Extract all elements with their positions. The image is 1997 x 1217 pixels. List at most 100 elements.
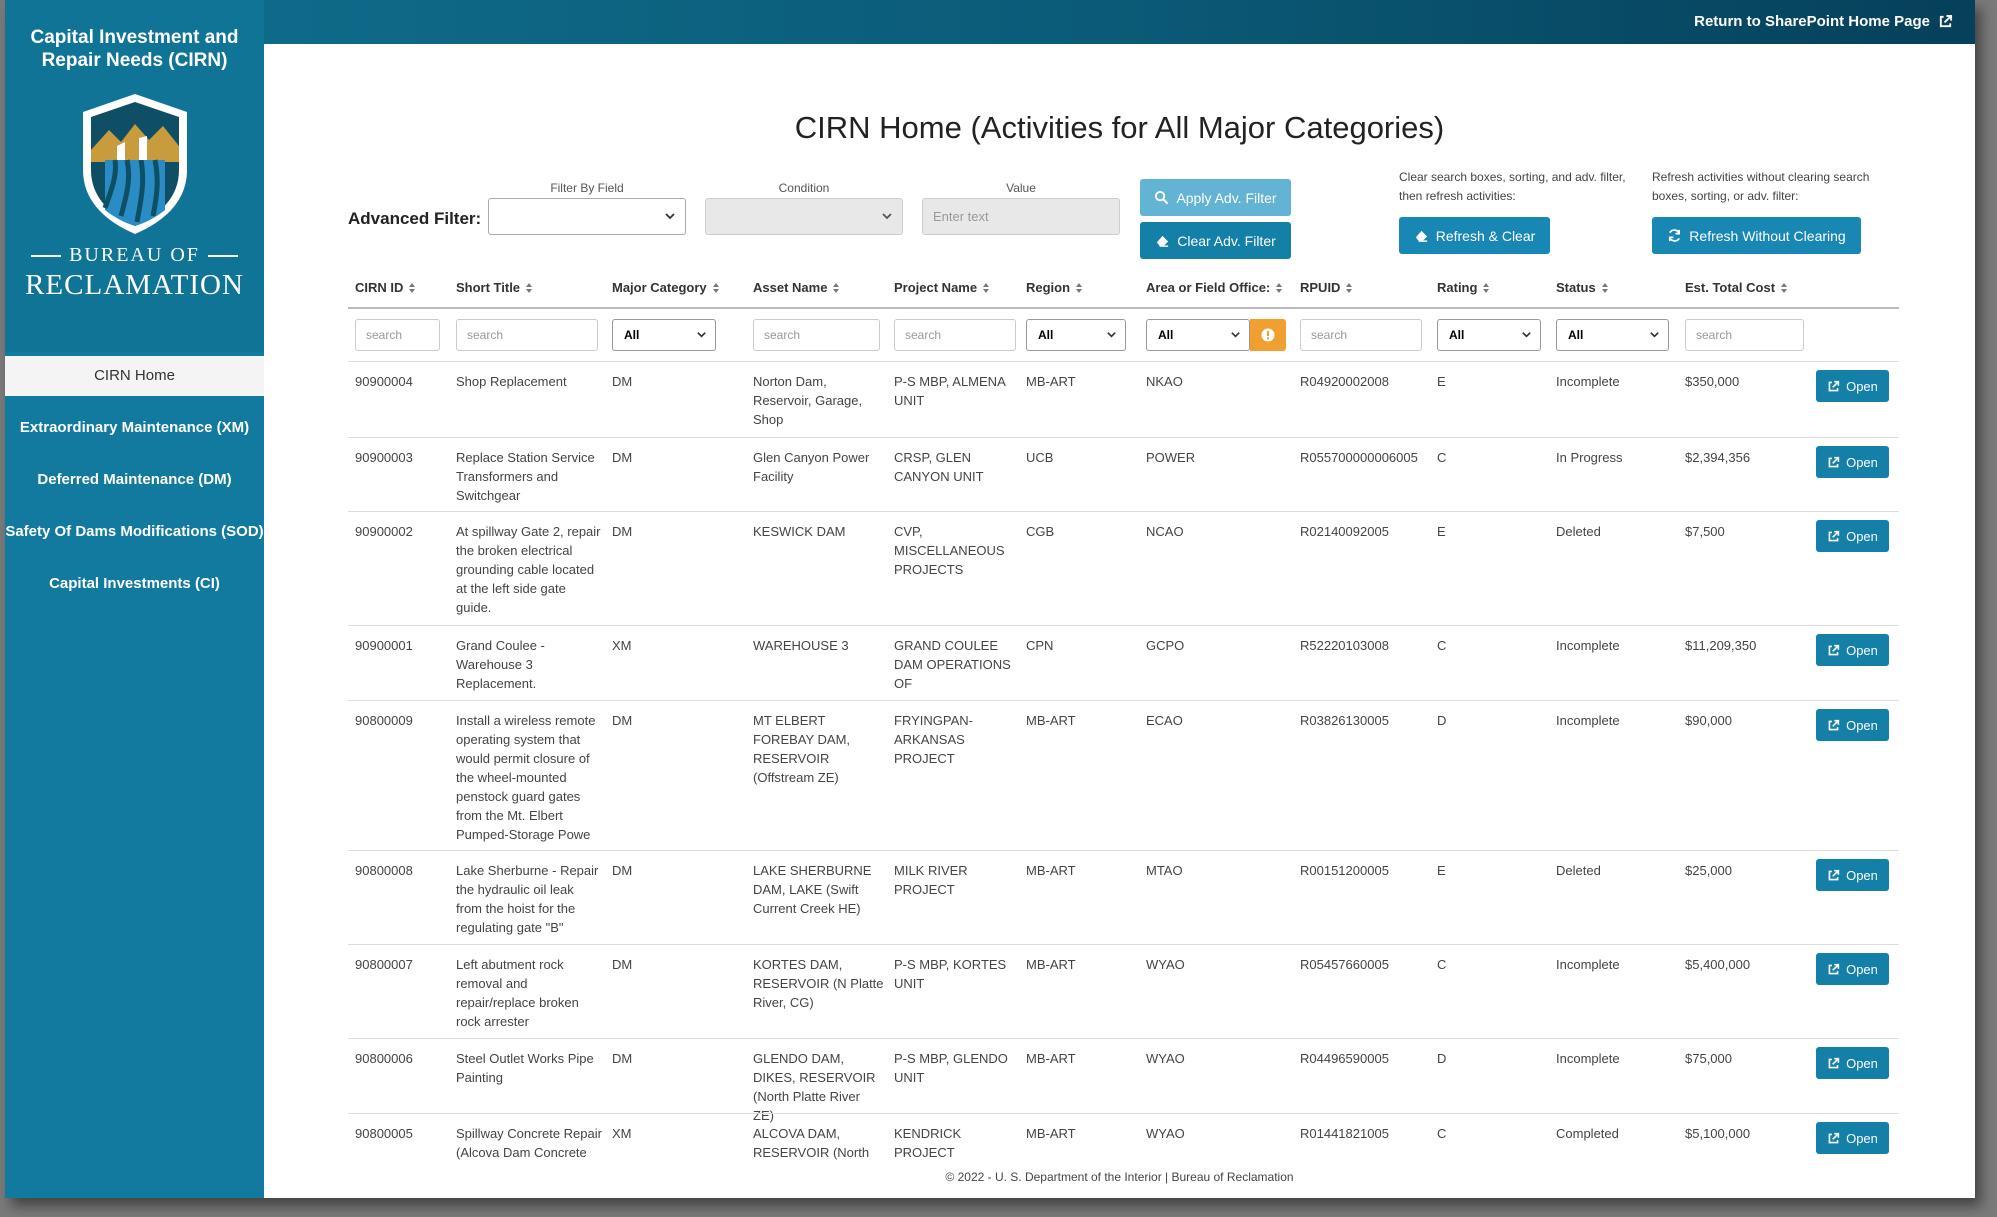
- cell-est-total-cost: $25,000: [1685, 863, 1732, 878]
- cell-area-office: WYAO: [1146, 1051, 1185, 1066]
- filter-area-office-select[interactable]: All: [1146, 319, 1250, 351]
- open-button[interactable]: Open: [1816, 1122, 1889, 1154]
- external-link-icon: [1828, 380, 1840, 391]
- search-project-name-input[interactable]: search: [894, 319, 1016, 351]
- cell-est-total-cost: $5,400,000: [1685, 957, 1751, 972]
- filter-field-select[interactable]: [488, 198, 686, 235]
- open-button-label: Open: [1846, 717, 1878, 733]
- column-header-label: Major Category: [612, 280, 707, 295]
- column-header-asset-name[interactable]: Asset Name: [753, 280, 840, 295]
- column-header-label: Asset Name: [753, 280, 828, 295]
- cell-cirn-id: 90900004: [355, 374, 413, 389]
- search-short-title-input[interactable]: search: [456, 319, 598, 351]
- filter-select-value: All: [1449, 328, 1465, 342]
- cell-rating: E: [1437, 374, 1446, 389]
- chevron-down-icon: [882, 213, 892, 220]
- search-asset-name-input[interactable]: search: [753, 319, 880, 351]
- column-header-rpuid[interactable]: RPUID: [1300, 280, 1353, 295]
- refresh-clear-button[interactable]: Refresh & Clear: [1399, 217, 1550, 254]
- column-header-area-office[interactable]: Area or Field Office:: [1146, 280, 1283, 295]
- value-input[interactable]: Enter text: [922, 198, 1120, 235]
- search-rpuid-input[interactable]: search: [1300, 319, 1422, 351]
- open-button[interactable]: Open: [1816, 709, 1889, 741]
- cell-short-title: Left abutment rock removal and repair/re…: [456, 957, 579, 1029]
- external-link-icon: [1828, 1057, 1840, 1068]
- cell-area-office: GCPO: [1146, 638, 1185, 653]
- column-header-label: Area or Field Office:: [1146, 280, 1271, 295]
- search-cirn-id-input[interactable]: search: [355, 319, 440, 351]
- filter-region-select[interactable]: All: [1026, 319, 1126, 351]
- cell-est-total-cost: $350,000: [1685, 374, 1740, 389]
- cell-rating: C: [1437, 957, 1447, 972]
- filter-rating-select[interactable]: All: [1437, 319, 1541, 351]
- cell-short-title: At spillway Gate 2, repair the broken el…: [456, 524, 601, 615]
- filter-select-value: All: [1158, 328, 1174, 342]
- cell-rpuid: R04920002008: [1300, 374, 1389, 389]
- column-header-label: Est. Total Cost: [1685, 280, 1776, 295]
- clear-adv-filter-label: Clear Adv. Filter: [1177, 232, 1276, 249]
- filter-select-value: All: [624, 328, 640, 342]
- cell-asset-name: Glen Canyon Power Facility: [753, 450, 870, 484]
- cell-region: CPN: [1026, 638, 1054, 653]
- sort-icon: [1075, 282, 1083, 294]
- refresh-without-clearing-button[interactable]: Refresh Without Clearing: [1652, 217, 1861, 254]
- cell-region: CGB: [1026, 524, 1055, 539]
- cell-cirn-id: 90900003: [355, 450, 413, 465]
- condition-label: Condition: [778, 181, 830, 195]
- return-sharepoint-link[interactable]: Return to SharePoint Home Page: [1694, 13, 1953, 30]
- office-info-button[interactable]: [1250, 319, 1286, 351]
- apply-adv-filter-label: Apply Adv. Filter: [1176, 189, 1277, 206]
- nav-item-ci[interactable]: Capital Investments (CI): [5, 558, 264, 610]
- column-header-cirn-id[interactable]: CIRN ID: [355, 280, 416, 295]
- column-header-major-category[interactable]: Major Category: [612, 280, 720, 295]
- cell-short-title: Install a wireless remote operating syst…: [456, 713, 596, 842]
- cell-status: Deleted: [1556, 524, 1601, 539]
- filter-field-label: Filter By Field: [550, 181, 624, 195]
- open-button[interactable]: Open: [1816, 370, 1889, 402]
- clear-adv-filter-button[interactable]: Clear Adv. Filter: [1140, 222, 1291, 259]
- cell-project-name: CVP, MISCELLANEOUS PROJECTS: [894, 524, 1005, 577]
- cell-rpuid: R03826130005: [1300, 713, 1389, 728]
- row-divider: [348, 625, 1899, 626]
- condition-select[interactable]: [705, 198, 903, 235]
- cell-short-title: Replace Station Service Transformers and…: [456, 450, 595, 503]
- open-button[interactable]: Open: [1816, 634, 1889, 666]
- cell-asset-name: WAREHOUSE 3: [753, 638, 849, 653]
- nav-item-dm[interactable]: Deferred Maintenance (DM): [5, 454, 264, 506]
- filter-status-select[interactable]: All: [1556, 319, 1669, 351]
- footer: © 2022 - U. S. Department of the Interio…: [945, 1170, 1294, 1184]
- cell-est-total-cost: $11,209,350: [1685, 638, 1757, 653]
- open-button[interactable]: Open: [1816, 446, 1889, 478]
- cell-area-office: POWER: [1146, 450, 1196, 465]
- rule-left: [31, 254, 62, 257]
- search-est-total-cost-input[interactable]: search: [1685, 319, 1804, 351]
- nav-item-xm[interactable]: Extraordinary Maintenance (XM): [5, 402, 264, 454]
- column-header-region[interactable]: Region: [1026, 280, 1083, 295]
- cell-area-office: NCAO: [1146, 524, 1184, 539]
- value-label: Value: [1006, 181, 1036, 195]
- info-icon: [1261, 328, 1275, 342]
- cell-status: Incomplete: [1556, 1051, 1620, 1066]
- open-button[interactable]: Open: [1816, 1047, 1889, 1079]
- open-button[interactable]: Open: [1816, 953, 1889, 985]
- app-window: Return to SharePoint Home Page Capital I…: [5, 0, 1975, 1198]
- column-header-rating[interactable]: Rating: [1437, 280, 1490, 295]
- external-link-icon: [1828, 456, 1840, 467]
- open-button[interactable]: Open: [1816, 859, 1889, 891]
- cell-project-name: MILK RIVER PROJECT: [894, 863, 968, 897]
- cell-rating: E: [1437, 863, 1446, 878]
- column-header-est-total-cost[interactable]: Est. Total Cost: [1685, 280, 1788, 295]
- cell-short-title: Spillway Concrete Repair (Alcova Dam Con…: [456, 1126, 602, 1160]
- nav-item-sod[interactable]: Safety Of Dams Modifications (SOD): [5, 506, 264, 558]
- nav-item-cirn-home[interactable]: CIRN Home: [5, 356, 264, 396]
- column-header-project-name[interactable]: Project Name: [894, 280, 990, 295]
- column-header-status[interactable]: Status: [1556, 280, 1609, 295]
- open-button[interactable]: Open: [1816, 520, 1889, 552]
- apply-adv-filter-button[interactable]: Apply Adv. Filter: [1140, 179, 1291, 216]
- filter-major-category-select[interactable]: All: [612, 319, 716, 351]
- cell-major-category: XM: [612, 1126, 632, 1141]
- column-header-short-title[interactable]: Short Title: [456, 280, 533, 295]
- agency-name: RECLAMATION: [25, 269, 244, 301]
- refresh-clear-label: Refresh & Clear: [1435, 227, 1536, 244]
- open-button-label: Open: [1846, 867, 1878, 883]
